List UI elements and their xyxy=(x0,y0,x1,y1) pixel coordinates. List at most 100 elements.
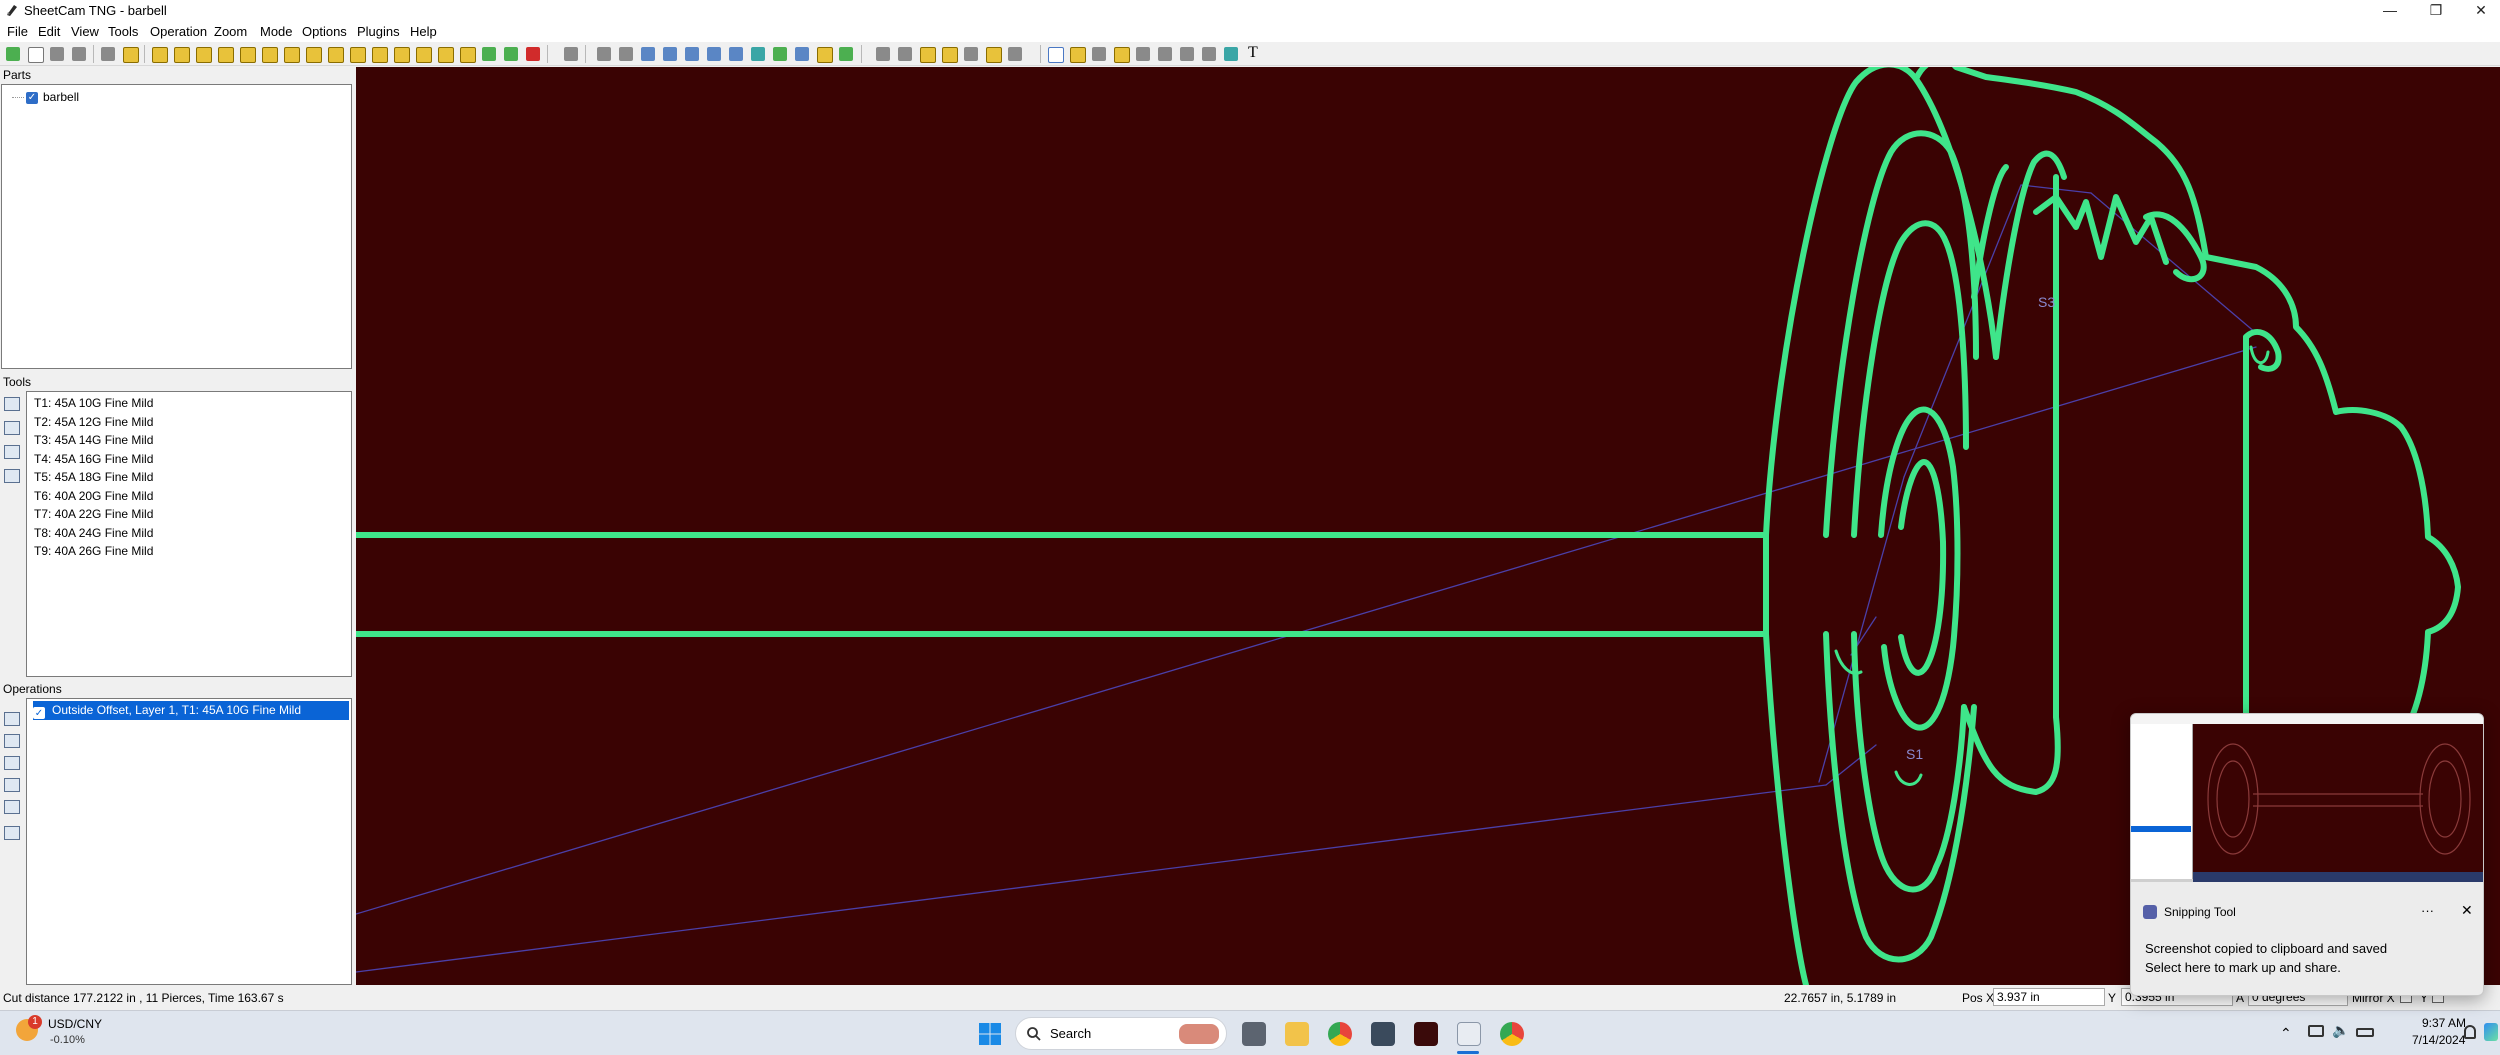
tool-table-icon[interactable] xyxy=(4,445,20,459)
nest-button[interactable] xyxy=(793,45,811,63)
op-engrave-button[interactable] xyxy=(260,45,278,63)
zoom-in-button[interactable] xyxy=(874,45,892,63)
screenshot-thumbnail[interactable] xyxy=(2131,714,2483,882)
post-process-button[interactable] xyxy=(99,45,117,63)
op-ungroup-button[interactable] xyxy=(458,45,476,63)
op-pocket-button[interactable] xyxy=(216,45,234,63)
currency-pair[interactable]: USD/CNY xyxy=(48,1017,102,1031)
zoom-selected-button[interactable] xyxy=(1006,45,1024,63)
lead-button[interactable] xyxy=(771,45,789,63)
tool-list-icon[interactable] xyxy=(4,469,20,483)
path-node-button[interactable] xyxy=(727,45,745,63)
pos-x-field[interactable]: 3.937 in xyxy=(1993,988,2105,1006)
tool-item[interactable]: T6: 40A 20G Fine Mild xyxy=(34,487,153,505)
op-outside-offset-button[interactable] xyxy=(194,45,212,63)
taskbar-search[interactable]: Search xyxy=(1015,1017,1227,1050)
op-drill-button[interactable] xyxy=(150,45,168,63)
path-edit-button[interactable] xyxy=(683,45,701,63)
op-bevel-button[interactable] xyxy=(282,45,300,63)
measure-button[interactable] xyxy=(1178,45,1196,63)
part-item-barbell[interactable]: ✓ barbell xyxy=(26,90,79,104)
minimize-button[interactable]: — xyxy=(2367,0,2413,20)
lightning-button[interactable] xyxy=(1222,45,1240,63)
toast-more-button[interactable]: ··· xyxy=(2421,903,2434,918)
tool-item[interactable]: T8: 40A 24G Fine Mild xyxy=(34,524,153,542)
calculator-icon[interactable] xyxy=(1371,1022,1395,1046)
menu-mode[interactable]: Mode xyxy=(260,24,293,39)
volume-icon[interactable]: 🔈 xyxy=(2332,1022,2349,1039)
clock-date[interactable]: 7/14/2024 xyxy=(2412,1033,2465,1047)
chrome-icon[interactable] xyxy=(1328,1022,1352,1046)
close-button[interactable]: ✕ xyxy=(2458,0,2500,20)
new-tool-icon[interactable] xyxy=(4,397,20,411)
zoom-window-button[interactable] xyxy=(918,45,936,63)
op-sort-button[interactable] xyxy=(436,45,454,63)
open-job-button[interactable] xyxy=(26,45,44,63)
print-button[interactable] xyxy=(70,45,88,63)
tool-item[interactable]: T2: 45A 12G Fine Mild xyxy=(34,413,153,431)
file-explorer-icon[interactable] xyxy=(1285,1022,1309,1046)
tool-item[interactable]: T5: 45A 18G Fine Mild xyxy=(34,468,153,486)
op-tab-button[interactable] xyxy=(326,45,344,63)
illustrator-icon[interactable] xyxy=(1414,1022,1438,1046)
menu-plugins[interactable]: Plugins xyxy=(357,24,400,39)
tool-item[interactable]: T7: 40A 22G Fine Mild xyxy=(34,505,153,523)
menu-options[interactable]: Options xyxy=(302,24,347,39)
op-settings-button[interactable] xyxy=(348,45,366,63)
tool-item[interactable]: T3: 45A 14G Fine Mild xyxy=(34,431,153,449)
zoom-extents-button[interactable] xyxy=(962,45,980,63)
operation-path-icon[interactable] xyxy=(4,800,20,814)
op-copy-button[interactable] xyxy=(370,45,388,63)
set-origin-button[interactable] xyxy=(1156,45,1174,63)
array-button[interactable] xyxy=(815,45,833,63)
text-tool-button[interactable]: T xyxy=(1248,44,1258,62)
battery-icon[interactable] xyxy=(2356,1028,2374,1037)
select-tool-button[interactable] xyxy=(1046,45,1064,63)
snipping-tool-notification[interactable]: Snipping Tool ··· ✕ Screenshot copied to… xyxy=(2130,713,2484,996)
layout-button[interactable] xyxy=(661,45,679,63)
menu-edit[interactable]: Edit xyxy=(38,24,60,39)
edit-tool-icon[interactable] xyxy=(4,421,20,435)
windows-start-button[interactable] xyxy=(978,1022,1002,1046)
op-inside-offset-button[interactable] xyxy=(172,45,190,63)
simulate-button[interactable] xyxy=(502,45,520,63)
operation-checkbox[interactable]: ✓ xyxy=(33,706,45,719)
op-part-button[interactable] xyxy=(414,45,432,63)
task-view-icon[interactable] xyxy=(1242,1022,1266,1046)
show-hidden-icons-icon[interactable]: ⌃ xyxy=(2280,1025,2292,1042)
rotate-part-button[interactable] xyxy=(1112,45,1130,63)
op-layer-button[interactable] xyxy=(392,45,410,63)
menu-view[interactable]: View xyxy=(71,24,99,39)
menu-help[interactable]: Help xyxy=(410,24,437,39)
tool-item[interactable]: T1: 45A 10G Fine Mild xyxy=(34,394,153,412)
machine-options-button[interactable] xyxy=(121,45,139,63)
new-operation-icon[interactable] xyxy=(4,712,20,726)
save-job-button[interactable] xyxy=(48,45,66,63)
tool-item[interactable]: T4: 45A 16G Fine Mild xyxy=(34,450,153,468)
notification-bell-icon[interactable] xyxy=(2464,1025,2476,1039)
stack-button[interactable] xyxy=(617,45,635,63)
menu-file[interactable]: File xyxy=(7,24,28,39)
operation-sort-icon[interactable] xyxy=(4,778,20,792)
menu-zoom[interactable]: Zoom xyxy=(214,24,247,39)
menu-operation[interactable]: Operation xyxy=(150,24,207,39)
operation-tool-icon[interactable] xyxy=(4,734,20,748)
op-no-offset-button[interactable] xyxy=(238,45,256,63)
select-part-button[interactable] xyxy=(1068,45,1086,63)
maximize-button[interactable]: ❐ xyxy=(2413,0,2459,20)
op-pause-button[interactable] xyxy=(304,45,322,63)
chrome-profile-icon[interactable] xyxy=(1500,1022,1524,1046)
mirror-part-button[interactable] xyxy=(1134,45,1152,63)
undo-button[interactable] xyxy=(562,45,580,63)
start-point-button[interactable] xyxy=(749,45,767,63)
new-job-button[interactable] xyxy=(4,45,22,63)
clock-time[interactable]: 9:37 AM xyxy=(2422,1016,2466,1030)
network-icon[interactable] xyxy=(2308,1025,2324,1037)
menu-tools[interactable]: Tools xyxy=(108,24,138,39)
sheetcam-taskbar-icon[interactable] xyxy=(1457,1022,1481,1046)
scale-button[interactable] xyxy=(837,45,855,63)
move-part-button[interactable] xyxy=(1090,45,1108,63)
tool-item[interactable]: T9: 40A 26G Fine Mild xyxy=(34,542,153,560)
table-view-button[interactable] xyxy=(639,45,657,63)
run-button[interactable] xyxy=(480,45,498,63)
